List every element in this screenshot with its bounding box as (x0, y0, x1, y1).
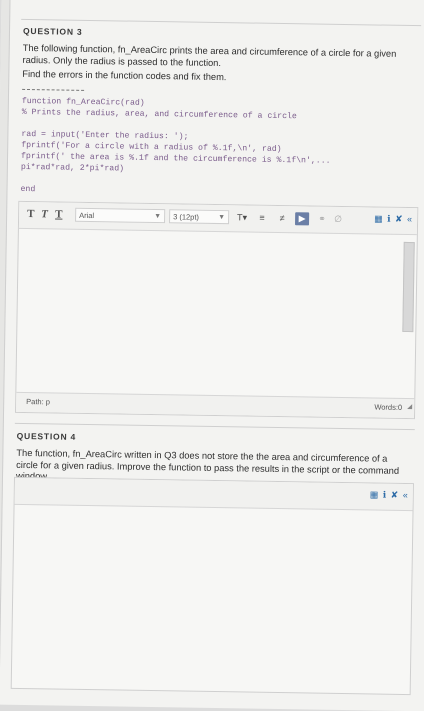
underline-button[interactable]: T (55, 208, 63, 220)
text-color-icon[interactable]: T▾ (235, 211, 249, 224)
bullet-list-icon[interactable]: ≡ (255, 212, 269, 225)
path-indicator: Path: p (26, 397, 51, 407)
editor-extra-controls[interactable]: ▦ ℹ ✘ « (374, 213, 413, 225)
font-size-value: 3 (12pt) (173, 212, 200, 222)
editor-extra-controls-q4[interactable]: ▦ ℹ ✘ « (370, 489, 409, 501)
bold-button[interactable]: T (27, 208, 35, 220)
word-count: Words:0 (374, 402, 403, 412)
left-margin (0, 0, 11, 705)
question-3-instruction: Find the errors in the function codes an… (22, 68, 227, 83)
question-4-divider (14, 422, 415, 431)
answer-text-area[interactable] (16, 229, 417, 398)
unlink-icon[interactable]: ∅ (331, 213, 345, 226)
answer-editor-q4: ▦ ℹ ✘ « (10, 476, 414, 696)
insert-media-icon[interactable]: ▶ (295, 212, 310, 226)
chevron-down-icon: ▼ (154, 213, 162, 221)
question-3-divider (21, 18, 422, 27)
code-separator (22, 88, 85, 91)
italic-button[interactable]: T (41, 208, 48, 220)
question-3-description: The following function, fn_AreaCirc prin… (22, 42, 397, 68)
editor-scrollbar[interactable] (402, 241, 415, 333)
question-3-title: QUESTION 3 (22, 25, 83, 37)
numbered-list-icon[interactable]: ≠ (275, 212, 289, 225)
code-line-9: end (20, 184, 36, 195)
chevron-down-icon: ▼ (218, 214, 226, 222)
link-icon[interactable]: ⚭ (315, 213, 329, 226)
resize-handle[interactable] (407, 404, 413, 410)
answer-editor: T T T Arial ▼ 3 (12pt) ▼ T▾ ≡ ≠ ▶ ⚭ ∅ ▦ … (15, 200, 419, 420)
font-size-select[interactable]: 3 (12pt) ▼ (169, 209, 230, 225)
font-family-value: Arial (79, 210, 95, 221)
question-4-title: QUESTION 4 (16, 430, 77, 442)
assessment-page: QUESTION 3 The following function, fn_Ar… (0, 0, 424, 711)
font-family-select[interactable]: Arial ▼ (75, 207, 166, 224)
editor-toolbar-q4: ▦ ℹ ✘ « (14, 477, 413, 512)
